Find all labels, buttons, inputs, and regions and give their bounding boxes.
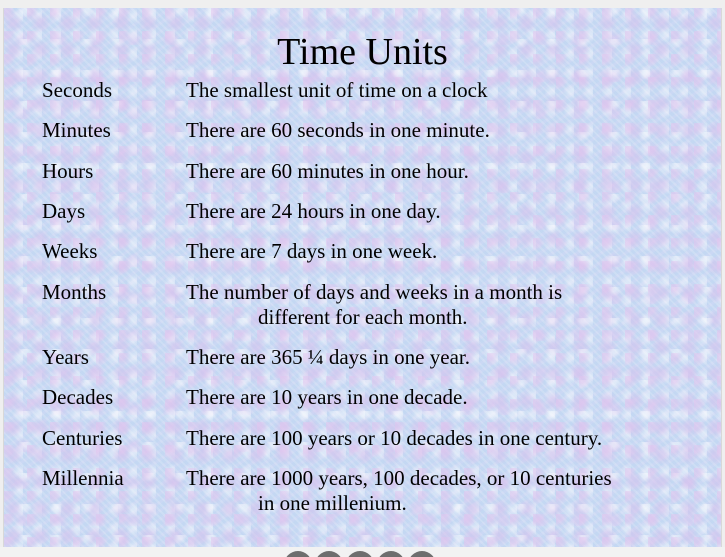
unit-definition: There are 10 years in one decade. bbox=[186, 385, 468, 410]
unit-term: Months bbox=[42, 280, 107, 304]
unit-definition: There are 60 seconds in one minute. bbox=[186, 118, 490, 143]
unit-definition-line: There are 60 seconds in one minute. bbox=[186, 118, 490, 142]
unit-term: Decades bbox=[42, 385, 114, 409]
unit-definition-line: There are 24 hours in one day. bbox=[186, 199, 441, 223]
unit-definition: There are 60 minutes in one hour. bbox=[186, 159, 469, 184]
unit-definition-line: in one millenium. bbox=[258, 491, 407, 515]
slide: Time Units Seconds The smallest unit of … bbox=[3, 8, 722, 547]
slide-navigation-dots bbox=[284, 551, 436, 557]
slide-title: Time Units bbox=[277, 31, 448, 73]
unit-definition: There are 1000 years, 100 decades, or 10… bbox=[186, 466, 612, 516]
nav-dot-icon[interactable] bbox=[284, 551, 312, 557]
unit-term: Years bbox=[42, 345, 89, 369]
unit-definition: The smallest unit of time on a clock bbox=[186, 78, 488, 103]
unit-definition-line: There are 7 days in one week. bbox=[186, 239, 438, 263]
unit-definition-line: There are 10 years in one decade. bbox=[186, 385, 468, 409]
unit-definition-line: The number of days and weeks in a month … bbox=[186, 280, 563, 304]
unit-definition: The number of days and weeks in a month … bbox=[186, 280, 562, 330]
nav-dot-icon[interactable] bbox=[408, 551, 436, 557]
unit-definition-line: There are 1000 years, 100 decades, or 10… bbox=[186, 466, 612, 490]
unit-definition-line: There are 365 ¼ days in one year. bbox=[186, 345, 470, 369]
page-viewport: Time Units Seconds The smallest unit of … bbox=[0, 0, 725, 557]
nav-dot-icon[interactable] bbox=[377, 551, 405, 557]
unit-definition-line: There are 60 minutes in one hour. bbox=[186, 159, 469, 183]
unit-definition: There are 365 ¼ days in one year. bbox=[186, 345, 470, 370]
unit-term: Minutes bbox=[42, 118, 111, 142]
unit-term: Days bbox=[42, 199, 86, 223]
unit-term: Weeks bbox=[42, 239, 98, 263]
nav-dot-icon[interactable] bbox=[315, 551, 343, 557]
unit-definition-line: The smallest unit of time on a clock bbox=[186, 78, 488, 102]
unit-term: Seconds bbox=[42, 78, 112, 102]
nav-dot-icon[interactable] bbox=[346, 551, 374, 557]
unit-definition-line: There are 100 years or 10 decades in one… bbox=[186, 426, 603, 450]
unit-definition: There are 7 days in one week. bbox=[186, 239, 437, 264]
unit-definition-line: different for each month. bbox=[258, 305, 468, 329]
unit-definition: There are 24 hours in one day. bbox=[186, 199, 441, 224]
unit-term: Centuries bbox=[42, 426, 123, 450]
unit-definition: There are 100 years or 10 decades in one… bbox=[186, 426, 602, 451]
unit-term: Hours bbox=[42, 159, 94, 183]
unit-term: Millennia bbox=[42, 466, 124, 490]
